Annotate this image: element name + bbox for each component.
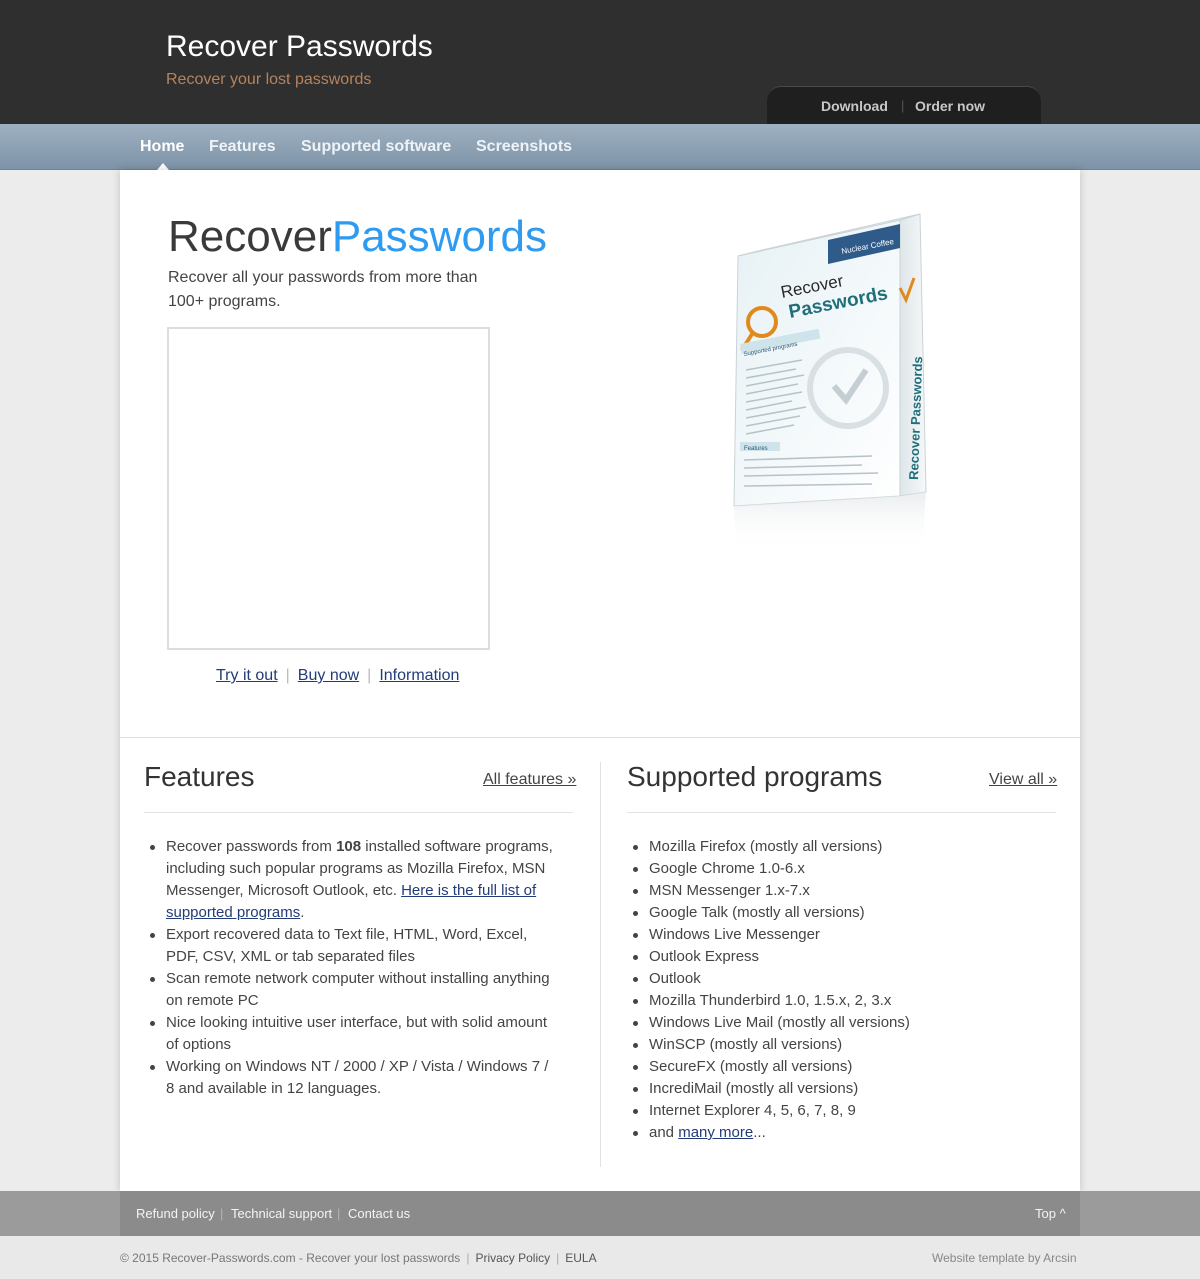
site-tagline: Recover your lost passwords: [166, 71, 372, 88]
features-list: Recover passwords from 108 installed sof…: [144, 836, 554, 1100]
supported-list: Mozilla Firefox (mostly all versions) Go…: [627, 836, 1047, 1144]
copyright-line: © 2015 Recover-Passwords.com - Recover y…: [120, 1251, 597, 1265]
divider: |: [556, 1251, 560, 1265]
list-item: Google Chrome 1.0-6.x: [627, 858, 1047, 880]
list-item: Google Talk (mostly all versions): [627, 902, 1047, 924]
list-item: and many more...: [627, 1122, 1047, 1144]
list-item: Export recovered data to Text file, HTML…: [144, 924, 554, 968]
divider: |: [901, 98, 905, 113]
nav-home[interactable]: Home: [140, 138, 184, 156]
template-credit[interactable]: Website template by Arcsin: [932, 1251, 1077, 1265]
column-divider: [600, 762, 601, 1167]
many-more-link[interactable]: many more: [678, 1124, 753, 1141]
list-item: WinSCP (mostly all versions): [627, 1034, 1047, 1056]
list-item: Internet Explorer 4, 5, 6, 7, 8, 9: [627, 1100, 1047, 1122]
divider: |: [337, 1206, 341, 1221]
list-item: SecureFX (mostly all versions): [627, 1056, 1047, 1078]
list-item: Mozilla Thunderbird 1.0, 1.5.x, 2, 3.x: [627, 990, 1047, 1012]
list-item: Mozilla Firefox (mostly all versions): [627, 836, 1047, 858]
item-text: and: [649, 1124, 679, 1141]
main-content: RecoverPasswords Recover all your passwo…: [120, 170, 1080, 1191]
nav-supported-software[interactable]: Supported software: [301, 138, 451, 156]
privacy-policy-link[interactable]: Privacy Policy: [475, 1251, 550, 1265]
video-frame[interactable]: [167, 327, 490, 650]
list-item: Windows Live Messenger: [627, 924, 1047, 946]
hero-title-part2: Passwords: [331, 212, 548, 261]
list-item: Outlook: [627, 968, 1047, 990]
feature-text: Recover passwords from: [166, 838, 337, 855]
nav-screenshots[interactable]: Screenshots: [476, 138, 572, 156]
supported-programs-heading: Supported programs: [627, 761, 883, 792]
section-divider: [120, 737, 1080, 738]
product-box-image: Nuclear Coffee Recover Passwords Support…: [733, 213, 927, 550]
features-heading: Features: [144, 761, 255, 792]
list-item: Scan remote network computer without ins…: [144, 968, 554, 1012]
copyright-text: © 2015 Recover-Passwords.com - Recover y…: [120, 1251, 461, 1265]
main-nav: Home Features Supported software Screens…: [0, 124, 1200, 170]
product-features-heading: Features: [744, 446, 768, 452]
hero-title-part1: Recover: [168, 212, 332, 261]
divider: |: [220, 1206, 224, 1221]
divider: |: [285, 667, 290, 684]
technical-support-link[interactable]: Technical support: [231, 1206, 332, 1221]
contact-us-link[interactable]: Contact us: [348, 1206, 410, 1221]
list-item: Recover passwords from 108 installed sof…: [144, 836, 554, 924]
features-rule: [144, 812, 573, 813]
item-text: ...: [753, 1124, 766, 1141]
hero-title: RecoverPasswords: [168, 212, 547, 262]
list-item: Working on Windows NT / 2000 / XP / Vist…: [144, 1056, 554, 1100]
active-nav-indicator: [157, 163, 169, 170]
hero-links: Try it out | Buy now | Information: [216, 667, 459, 685]
site-header: Recover Passwords Recover your lost pass…: [0, 0, 1200, 124]
top-actions: Download | Order now: [767, 86, 1041, 124]
buy-now-link[interactable]: Buy now: [298, 667, 359, 684]
nav-features[interactable]: Features: [209, 138, 276, 156]
back-to-top-link[interactable]: Top ^: [1035, 1206, 1066, 1221]
list-item: MSN Messenger 1.x-7.x: [627, 880, 1047, 902]
information-link[interactable]: Information: [379, 667, 459, 684]
list-item: Windows Live Mail (mostly all versions): [627, 1012, 1047, 1034]
feature-text: .: [300, 904, 305, 921]
list-item: Nice looking intuitive user interface, b…: [144, 1012, 554, 1056]
supported-rule: [627, 812, 1056, 813]
order-now-link[interactable]: Order now: [915, 98, 985, 114]
site-title[interactable]: Recover Passwords: [166, 30, 433, 64]
download-link[interactable]: Download: [821, 98, 888, 114]
divider: |: [466, 1251, 470, 1265]
try-it-out-link[interactable]: Try it out: [216, 667, 278, 684]
divider: |: [367, 667, 372, 684]
list-item: IncrediMail (mostly all versions): [627, 1078, 1047, 1100]
view-all-link[interactable]: View all »: [989, 771, 1057, 789]
list-item: Outlook Express: [627, 946, 1047, 968]
eula-link[interactable]: EULA: [565, 1251, 596, 1265]
hero-subtitle: Recover all your passwords from more tha…: [168, 269, 478, 310]
refund-policy-link[interactable]: Refund policy: [136, 1206, 215, 1221]
all-features-link[interactable]: All features »: [483, 771, 576, 789]
program-count: 108: [336, 838, 362, 855]
